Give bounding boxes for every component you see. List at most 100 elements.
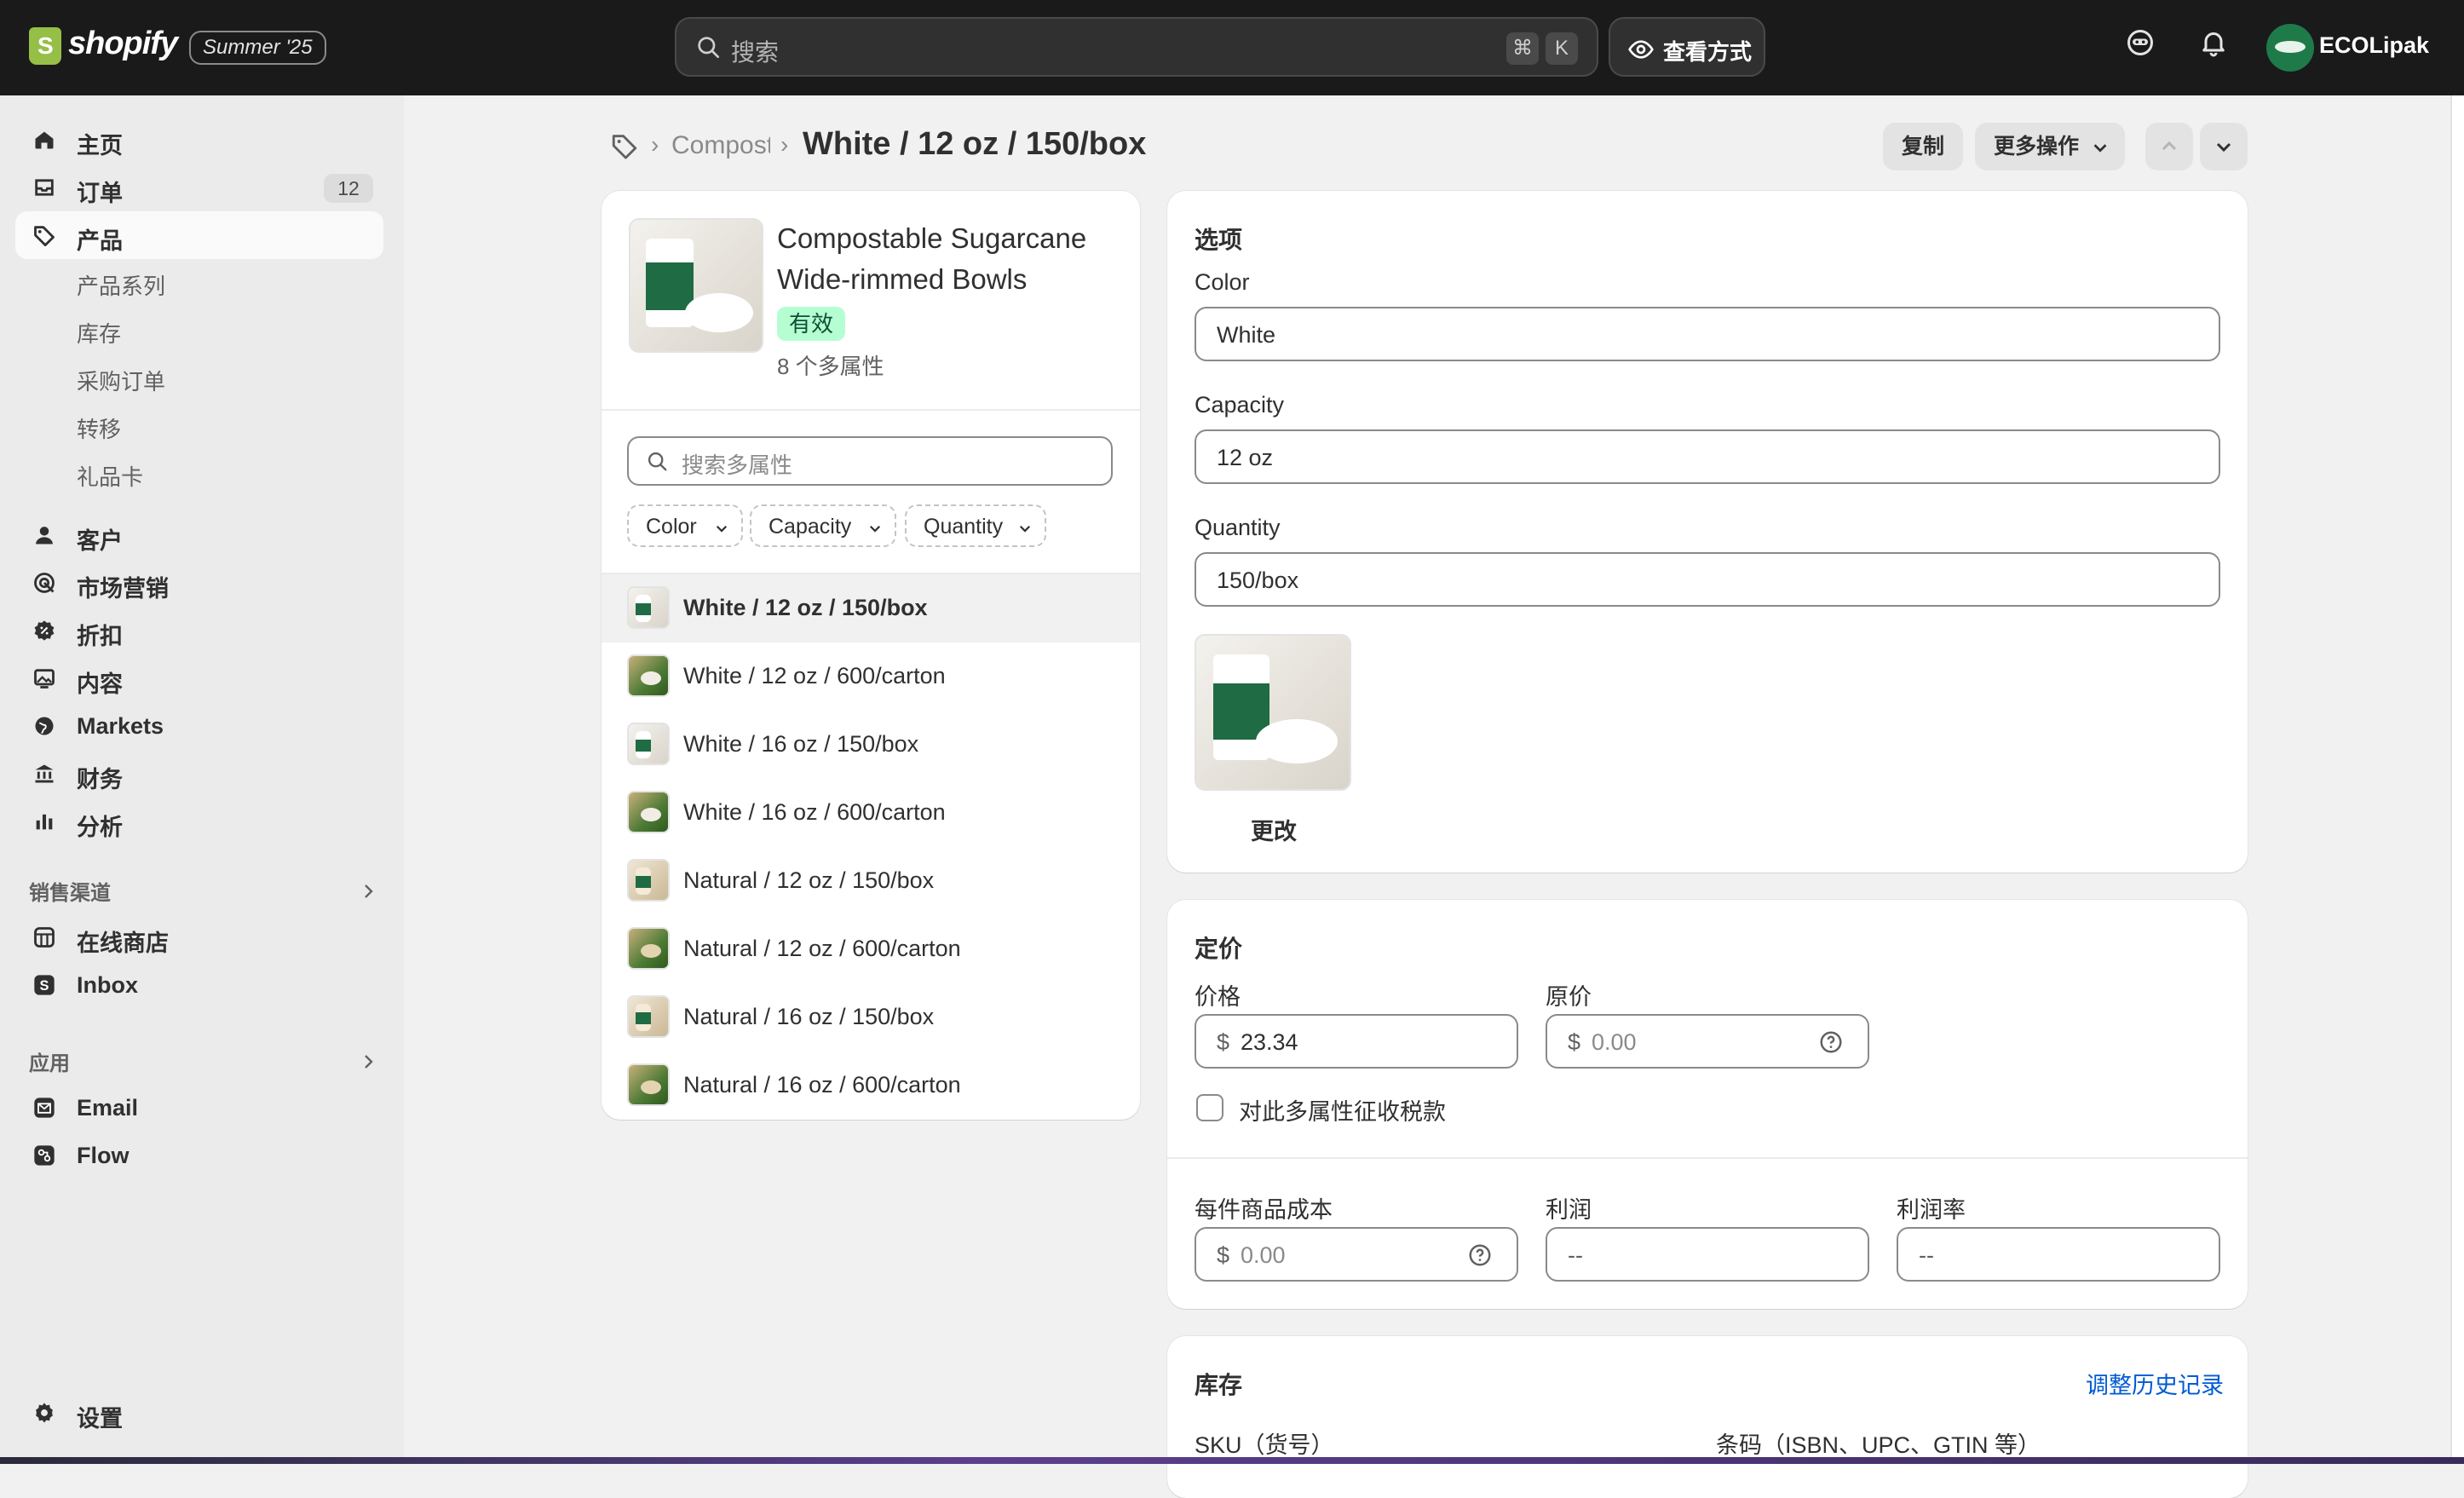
- sales-channels-heading[interactable]: 销售渠道: [29, 876, 111, 906]
- duplicate-button[interactable]: 复制: [1883, 123, 1963, 170]
- sidebar-item-flow[interactable]: Flow: [15, 1132, 383, 1179]
- sidebar-item-analytics[interactable]: 分析: [15, 798, 383, 845]
- filter-label: Capacity: [769, 515, 852, 539]
- variant-row[interactable]: Natural / 16 oz / 150/box: [602, 983, 1140, 1051]
- sidebar-item-label: 分析: [77, 815, 123, 840]
- variant-row[interactable]: White / 16 oz / 150/box: [602, 711, 1140, 779]
- variant-search-input[interactable]: 搜索多属性: [627, 436, 1113, 486]
- variant-row[interactable]: White / 12 oz / 150/box: [602, 574, 1140, 642]
- inventory-card: [1167, 1336, 2248, 1498]
- cost-per-item-value: 0.00: [1241, 1242, 1286, 1268]
- sidebar-item-label: 主页: [77, 133, 123, 158]
- price-value: 23.34: [1241, 1029, 1298, 1055]
- variant-label: White / 12 oz / 150/box: [683, 595, 928, 620]
- bell-icon[interactable]: [2198, 27, 2229, 58]
- tag-icon[interactable]: [610, 131, 639, 160]
- profit-label: 利润: [1546, 1197, 1592, 1223]
- sidebar-item-label: 设置: [77, 1406, 123, 1432]
- chevron-down-icon: [716, 525, 728, 533]
- sidebar-item-home[interactable]: 主页: [15, 116, 383, 164]
- variant-row[interactable]: Natural / 12 oz / 600/carton: [602, 915, 1140, 983]
- charge-tax-checkbox[interactable]: [1196, 1094, 1223, 1121]
- color-input[interactable]: White: [1195, 307, 2220, 361]
- sidebar-sub-collections[interactable]: 产品系列: [77, 269, 165, 301]
- brand-name[interactable]: shopify: [68, 26, 178, 62]
- variant-row[interactable]: Natural / 16 oz / 600/carton: [602, 1051, 1140, 1120]
- more-actions-button[interactable]: 更多操作: [1975, 123, 2125, 170]
- global-search[interactable]: 搜索 ⌘ K: [675, 17, 1598, 77]
- chevron-right-icon[interactable]: [358, 1051, 378, 1072]
- breadcrumb-product[interactable]: Compostable Sugarcane Wide-rimmed Bowls: [671, 131, 770, 160]
- sidebar-sub-purchase-orders[interactable]: 采购订单: [77, 365, 165, 396]
- capacity-input[interactable]: 12 oz: [1195, 429, 2220, 484]
- sidebar-item-customers[interactable]: 客户: [15, 511, 383, 559]
- change-image-button[interactable]: 更改: [1251, 813, 1297, 846]
- filter-capacity[interactable]: Capacity: [750, 504, 896, 547]
- sidebar-item-label: Email: [77, 1095, 139, 1121]
- cost-per-item-input[interactable]: $ 0.00: [1195, 1227, 1518, 1282]
- product-thumbnail[interactable]: [629, 218, 763, 353]
- variant-label: White / 12 oz / 600/carton: [683, 663, 946, 689]
- store-name[interactable]: ECOLipak: [2319, 32, 2429, 59]
- variant-row[interactable]: Natural / 12 oz / 150/box: [602, 847, 1140, 915]
- sidebar-item-content[interactable]: 内容: [15, 654, 383, 702]
- sidebar-item-finance[interactable]: 财务: [15, 750, 383, 798]
- variant-count: 8 个多属性: [777, 354, 884, 379]
- compare-at-price-value: 0.00: [1592, 1029, 1637, 1055]
- chevron-down-icon: [2093, 144, 2107, 153]
- sidebar-item-products[interactable]: 产品: [15, 211, 383, 259]
- filter-quantity[interactable]: Quantity: [905, 504, 1046, 547]
- filter-label: Quantity: [924, 515, 1004, 539]
- chevron-right-icon[interactable]: [358, 881, 378, 902]
- eye-icon: [1628, 40, 1654, 59]
- shopify-logo-icon[interactable]: [29, 27, 61, 65]
- margin-value: --: [1919, 1242, 1934, 1268]
- options-title: 选项: [1195, 227, 1243, 253]
- price-input[interactable]: $ 23.34: [1195, 1014, 1518, 1069]
- adjustment-history-link[interactable]: 调整历史记录: [2086, 1367, 2224, 1400]
- sidebar-sub-gift-cards[interactable]: 礼品卡: [77, 460, 143, 492]
- view-as-button[interactable]: 查看方式: [1609, 17, 1765, 77]
- search-icon: [648, 452, 667, 471]
- help-icon[interactable]: [1818, 1029, 1844, 1055]
- previous-variant-button[interactable]: [2145, 123, 2193, 170]
- variant-label: White / 16 oz / 600/carton: [683, 799, 946, 825]
- bottom-edge: [0, 1457, 2464, 1464]
- sidebar-item-label: 产品: [77, 228, 123, 254]
- variant-label: White / 16 oz / 150/box: [683, 731, 919, 757]
- compare-at-price-input[interactable]: $ 0.00: [1546, 1014, 1869, 1069]
- chevron-down-icon: [1019, 525, 1031, 533]
- variant-label: Natural / 16 oz / 600/carton: [683, 1072, 961, 1098]
- profit-value: --: [1568, 1242, 1583, 1268]
- help-icon[interactable]: [1467, 1242, 1493, 1268]
- variant-row[interactable]: White / 16 oz / 600/carton: [602, 779, 1140, 847]
- edition-badge[interactable]: Summer '25: [189, 31, 326, 65]
- quantity-input[interactable]: 150/box: [1195, 552, 2220, 607]
- sidebar-sub-transfers[interactable]: 转移: [77, 412, 121, 444]
- sidebar-item-label: 内容: [77, 671, 123, 697]
- store-avatar[interactable]: [2266, 24, 2314, 72]
- search-icon: [698, 37, 719, 58]
- color-label: Color: [1195, 269, 1250, 295]
- next-variant-button[interactable]: [2200, 123, 2248, 170]
- sidebar-item-markets[interactable]: Markets: [15, 702, 383, 750]
- charge-tax-label: 对此多属性征收税款: [1239, 1099, 1446, 1125]
- variant-image[interactable]: [1195, 634, 1351, 791]
- sidebar-item-discounts[interactable]: 折扣: [15, 607, 383, 654]
- sidekick-icon[interactable]: [2125, 27, 2156, 58]
- sidebar-item-marketing[interactable]: 市场营销: [15, 559, 383, 607]
- sidebar-item-orders[interactable]: 订单 12: [15, 164, 383, 211]
- sidebar-item-email[interactable]: Email: [15, 1084, 383, 1132]
- filter-color[interactable]: Color: [627, 504, 743, 547]
- sidebar-item-online-store[interactable]: 在线商店: [15, 913, 383, 961]
- bar-chart-icon: [36, 814, 53, 830]
- compare-at-price-label: 原价: [1546, 984, 1592, 1010]
- product-title[interactable]: Compostable Sugarcane Wide-rimmed Bowls: [777, 218, 1135, 300]
- inbox-icon: [35, 179, 54, 196]
- sidebar-sub-inventory[interactable]: 库存: [77, 317, 121, 349]
- breadcrumb-separator: ›: [651, 131, 659, 158]
- sidebar-item-settings[interactable]: 设置: [15, 1389, 383, 1437]
- apps-heading[interactable]: 应用: [29, 1046, 70, 1076]
- sidebar-item-inbox[interactable]: S Inbox: [15, 961, 383, 1009]
- variant-row[interactable]: White / 12 oz / 600/carton: [602, 642, 1140, 711]
